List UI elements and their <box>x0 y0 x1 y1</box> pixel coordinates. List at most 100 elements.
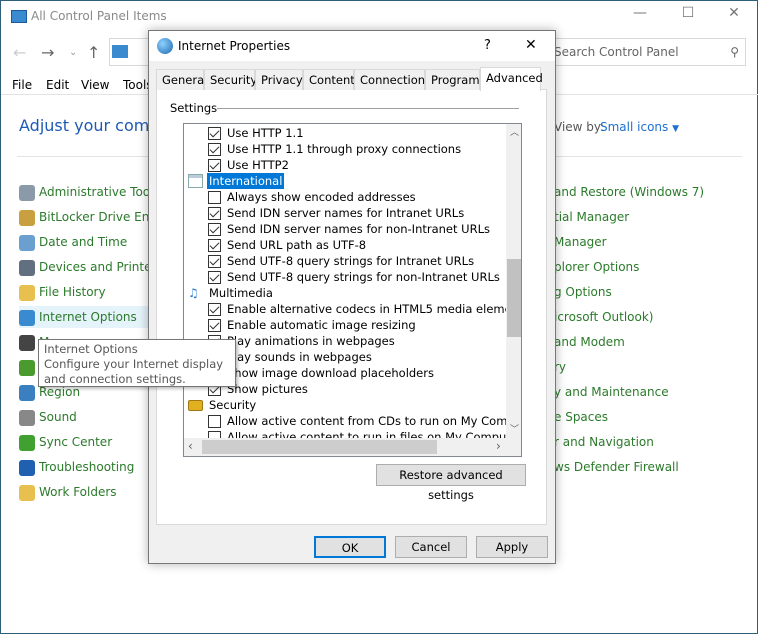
checkbox[interactable] <box>208 207 221 220</box>
dialog-close-button[interactable]: ✕ <box>525 37 537 53</box>
setting-enable-automatic-image-resizing[interactable]: Enable automatic image resizing <box>184 317 504 333</box>
category-label: International <box>207 173 285 189</box>
vertical-scrollbar[interactable]: ︿ ﹀ <box>506 124 521 438</box>
control-panel-item[interactable]: plorer Options <box>554 260 639 274</box>
setting-use-http-1-1-through-proxy-connections[interactable]: Use HTTP 1.1 through proxy connections <box>184 141 504 157</box>
checkbox[interactable] <box>208 255 221 268</box>
horizontal-scrollbar[interactable]: ‹ › <box>184 438 521 456</box>
item-label: Troubleshooting <box>39 460 135 474</box>
category-label: Security <box>209 398 257 412</box>
control-panel-item-troubleshooting[interactable]: Troubleshooting <box>19 456 149 478</box>
control-panel-item-sound[interactable]: Sound <box>19 406 149 428</box>
tab-general[interactable]: General <box>156 69 207 90</box>
control-panel-item[interactable]: y and Maintenance <box>554 385 669 399</box>
control-panel-item[interactable]: g Options <box>554 285 612 299</box>
setting-always-show-encoded-addresses[interactable]: Always show encoded addresses <box>184 189 504 205</box>
back-icon[interactable]: ← <box>13 43 26 62</box>
setting-label: Play sounds in webpages <box>227 350 372 364</box>
control-panel-item[interactable]: ws Defender Firewall <box>554 460 679 474</box>
setting-send-utf-8-query-strings-for-non-intranet-urls[interactable]: Send UTF-8 query strings for non-Intrane… <box>184 269 504 285</box>
minimize-button[interactable]: — <box>617 5 663 27</box>
checkbox[interactable] <box>208 159 221 172</box>
tab-advanced[interactable]: Advanced <box>480 67 543 91</box>
checkbox[interactable] <box>208 319 221 332</box>
dialog-title-bar: Internet Properties ? ✕ <box>149 31 555 61</box>
checkbox[interactable] <box>208 127 221 140</box>
setting-label: Use HTTP 1.1 through proxy connections <box>227 142 462 156</box>
setting-send-idn-server-names-for-non-intranet-urls[interactable]: Send IDN server names for non-Intranet U… <box>184 221 504 237</box>
menu-view[interactable]: View <box>81 78 109 92</box>
tab-programs[interactable]: Programs <box>425 69 486 90</box>
checkbox[interactable] <box>208 223 221 236</box>
control-panel-item[interactable]: e Spaces <box>554 410 608 424</box>
control-panel-icon <box>112 45 128 58</box>
scroll-up-icon[interactable]: ︿ <box>510 125 519 138</box>
setting-send-url-path-as-utf-8[interactable]: Send URL path as UTF-8 <box>184 237 504 253</box>
setting-use-http2[interactable]: Use HTTP2 <box>184 157 504 173</box>
recent-dropdown-icon[interactable]: ⌄ <box>69 47 77 58</box>
multimedia-icon: ♫ <box>188 286 199 300</box>
setting-label: Send UTF-8 query strings for Intranet UR… <box>227 254 475 268</box>
control-panel-item-bitlocker-drive-encryption[interactable]: BitLocker Drive Encryption <box>19 206 149 228</box>
setting-label: Use HTTP 1.1 <box>227 126 304 140</box>
help-button[interactable]: ? <box>484 38 491 53</box>
control-panel-item-internet-options[interactable]: Internet Options <box>19 306 149 328</box>
dropdown-arrow-icon: ▼ <box>672 124 680 134</box>
settings-divider <box>217 108 519 109</box>
apply-button[interactable]: Apply <box>476 536 548 558</box>
checkbox[interactable] <box>208 303 221 316</box>
control-panel-item-sync-center[interactable]: Sync Center <box>19 431 149 453</box>
category-international[interactable]: International <box>184 173 504 189</box>
setting-enable-alternative-codecs-in-html5-media-elements[interactable]: Enable alternative codecs in HTML5 media… <box>184 301 521 317</box>
control-panel-item[interactable]: and Restore (Windows 7) <box>554 185 704 199</box>
control-panel-item[interactable]: icrosoft Outlook) <box>554 310 653 324</box>
checkbox[interactable] <box>208 415 221 428</box>
setting-send-utf-8-query-strings-for-intranet-urls[interactable]: Send UTF-8 query strings for Intranet UR… <box>184 253 504 269</box>
control-panel-item[interactable]: r and Navigation <box>554 435 654 449</box>
forward-icon[interactable]: → <box>41 43 54 62</box>
setting-label: Enable automatic image resizing <box>227 318 416 332</box>
vertical-scroll-thumb[interactable] <box>507 259 521 337</box>
tab-privacy[interactable]: Privacy <box>255 69 303 90</box>
control-panel-item[interactable]: Manager <box>554 235 607 249</box>
maximize-button[interactable]: ☐ <box>665 5 711 27</box>
menu-edit[interactable]: Edit <box>46 78 69 92</box>
control-panel-item-date-and-time[interactable]: Date and Time <box>19 231 149 253</box>
horizontal-scroll-thumb[interactable] <box>202 440 437 454</box>
checkbox[interactable] <box>208 143 221 156</box>
settings-tree-list[interactable]: Use HTTP 1.1 Use HTTP 1.1 through proxy c… <box>183 123 522 457</box>
setting-use-http-1-1[interactable]: Use HTTP 1.1 <box>184 125 504 141</box>
scroll-left-icon[interactable]: ‹ <box>188 439 193 453</box>
tab-connections[interactable]: Connections <box>354 69 431 90</box>
category-label: Multimedia <box>209 286 273 300</box>
control-panel-item-file-history[interactable]: File History <box>19 281 149 303</box>
scroll-down-icon[interactable]: ﹀ <box>510 422 519 435</box>
scroll-right-icon[interactable]: › <box>496 439 501 453</box>
ok-button[interactable]: OK <box>314 536 386 558</box>
menu-file[interactable]: File <box>12 78 32 92</box>
checkbox[interactable] <box>208 191 221 204</box>
checkbox[interactable] <box>208 271 221 284</box>
tab-security[interactable]: Security <box>204 69 257 90</box>
category-security[interactable]: Security <box>184 397 504 413</box>
restore-advanced-settings-button[interactable]: Restore advanced settings <box>376 464 526 502</box>
control-panel-item[interactable]: tial Manager <box>554 210 629 224</box>
control-panel-item-devices-and-printers[interactable]: Devices and Printers <box>19 256 149 278</box>
item-label: Devices and Printers <box>39 260 149 274</box>
control-panel-item-work-folders[interactable]: Work Folders <box>19 481 149 503</box>
setting-label: Send IDN server names for Intranet URLs <box>227 206 465 220</box>
control-panel-item[interactable]: and Modem <box>554 335 625 349</box>
control-panel-item-administrative-tools[interactable]: Administrative Tools <box>19 181 149 203</box>
close-button[interactable]: ✕ <box>711 5 757 27</box>
setting-allow-active-content-from-cds-to-run-on-my-computer[interactable]: Allow active content from CDs to run on … <box>184 413 521 429</box>
cancel-button[interactable]: Cancel <box>395 536 467 558</box>
tab-content[interactable]: Content <box>303 69 355 90</box>
up-icon[interactable]: ↑ <box>87 43 100 62</box>
tooltip-text: Configure your Internet display and conn… <box>44 357 224 386</box>
category-multimedia[interactable]: ♫ Multimedia <box>184 285 504 301</box>
setting-send-idn-server-names-for-intranet-urls[interactable]: Send IDN server names for Intranet URLs <box>184 205 504 221</box>
item-icon <box>19 309 35 326</box>
checkbox[interactable] <box>208 239 221 252</box>
view-by-dropdown[interactable]: Small icons ▼ <box>600 120 679 134</box>
search-input[interactable]: Search Control Panel ⚲ <box>549 38 746 66</box>
